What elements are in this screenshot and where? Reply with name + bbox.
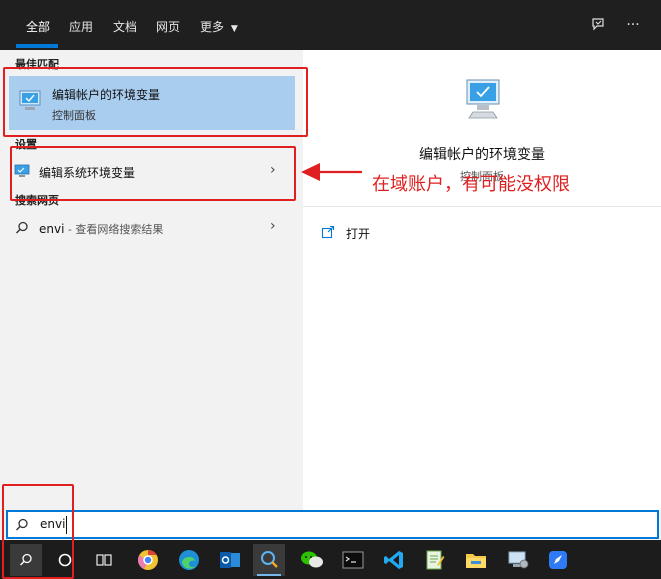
file-explorer-icon[interactable]: [460, 544, 492, 576]
open-action[interactable]: 打开: [303, 215, 661, 249]
windows-search-window: 全部 应用 文档 网页 更多 ▼ ··· 最佳匹配 编辑帐户的环境变量 控制面板…: [0, 0, 661, 579]
wechat-icon[interactable]: [296, 544, 328, 576]
tab-all[interactable]: 全部: [26, 18, 50, 35]
web-search-suffix: - 查看网络搜索结果: [64, 223, 164, 236]
web-search-text: envi - 查看网络搜索结果: [39, 221, 163, 237]
web-search-query: envi: [39, 222, 65, 236]
feishu-icon[interactable]: [542, 544, 574, 576]
search-app-icon[interactable]: [253, 544, 285, 576]
search-tabs-bar: 全部 应用 文档 网页 更多 ▼ ···: [0, 0, 661, 50]
web-search-item[interactable]: envi - 查看网络搜索结果 ›: [9, 210, 295, 246]
notepad-icon[interactable]: [419, 544, 451, 576]
open-icon: [321, 225, 335, 239]
annotation-box-best-match: [3, 67, 308, 137]
annotation-text: 在域账户，有可能没权限: [372, 174, 570, 195]
tab-more-label: 更多: [200, 20, 225, 34]
edge-icon[interactable]: [173, 544, 205, 576]
annotation-box-settings: [10, 146, 296, 201]
tab-apps[interactable]: 应用: [69, 18, 93, 35]
active-tab-indicator: [16, 44, 58, 48]
chevron-down-icon: ▼: [230, 24, 238, 34]
detail-panel: 编辑帐户的环境变量 控制面板 打开: [303, 50, 661, 510]
active-app-indicator: [257, 574, 281, 576]
annotation-arrow: [301, 163, 362, 181]
outlook-icon[interactable]: [214, 544, 246, 576]
vscode-icon[interactable]: [378, 544, 410, 576]
taskbar: [0, 540, 661, 579]
more-options-icon[interactable]: ···: [624, 16, 642, 34]
control-panel-icon[interactable]: [502, 544, 534, 576]
chevron-right-icon[interactable]: ›: [270, 218, 276, 234]
tab-more[interactable]: 更多 ▼: [200, 18, 238, 35]
task-view-icon[interactable]: [88, 544, 120, 576]
chrome-icon[interactable]: [132, 544, 164, 576]
terminal-icon[interactable]: [337, 544, 369, 576]
detail-divider: [303, 206, 661, 207]
tab-web[interactable]: 网页: [156, 18, 180, 35]
annotation-box-search: [2, 484, 74, 579]
tab-documents[interactable]: 文档: [113, 18, 137, 35]
search-icon: [16, 221, 28, 234]
open-action-label: 打开: [346, 227, 371, 241]
search-box[interactable]: envi: [6, 510, 659, 539]
control-panel-monitor-icon: [466, 79, 500, 119]
feedback-icon[interactable]: [589, 16, 607, 34]
